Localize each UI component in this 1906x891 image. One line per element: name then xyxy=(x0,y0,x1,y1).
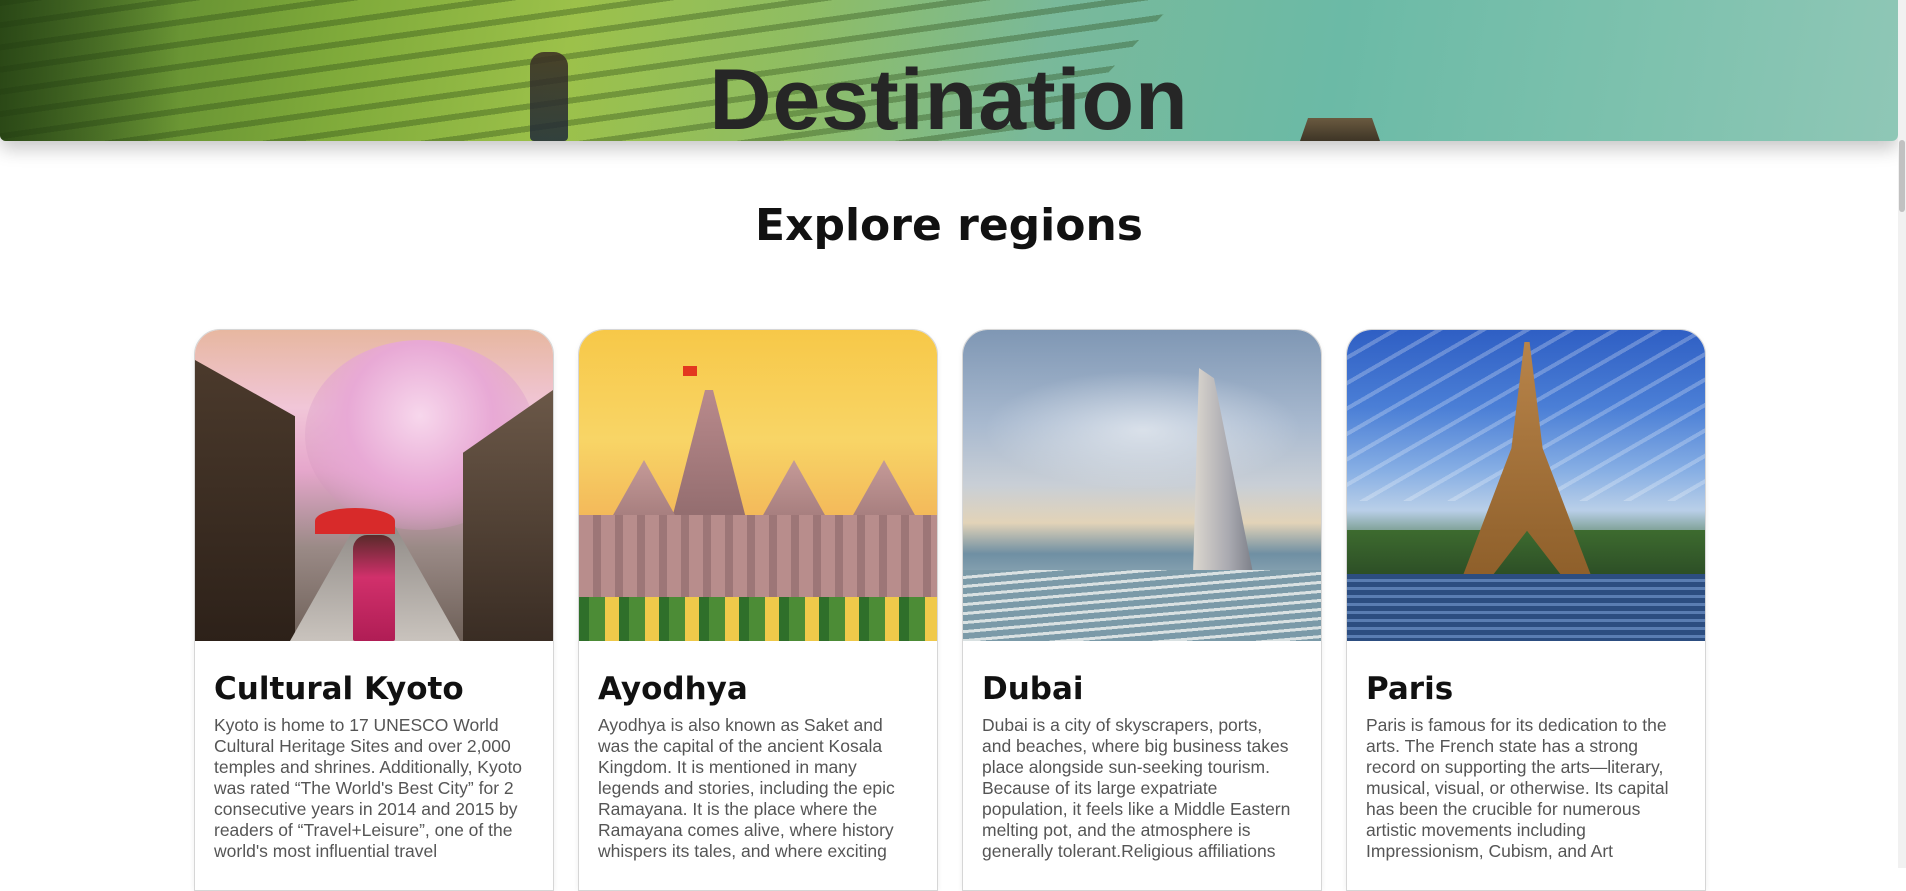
wooden-house-left xyxy=(195,360,295,641)
temple-flag xyxy=(683,366,697,376)
section-title: Explore regions xyxy=(755,200,1143,251)
card-title: Cultural Kyoto xyxy=(214,671,464,707)
card-description: Paris is famous for its dedication to th… xyxy=(1366,715,1669,861)
seine-river xyxy=(1347,574,1705,641)
red-umbrella xyxy=(315,508,395,534)
sea-waves xyxy=(963,570,1321,641)
temple-spire xyxy=(669,390,749,530)
card-paris[interactable]: Paris Paris is famous for its dedication… xyxy=(1346,329,1706,891)
card-description: Dubai is a city of skyscrapers, ports, a… xyxy=(982,715,1291,861)
card-title: Dubai xyxy=(982,671,1084,707)
card-ayodhya[interactable]: Ayodhya Ayodhya is also known as Saket a… xyxy=(578,329,938,891)
river-bank-trees xyxy=(1347,530,1705,574)
card-description: Kyoto is home to 17 UNESCO World Cultura… xyxy=(214,715,523,861)
card-description: Ayodhya is also known as Saket and was t… xyxy=(598,715,895,861)
hero-banner: Destination xyxy=(0,0,1898,141)
vertical-scrollbar[interactable] xyxy=(1898,0,1906,868)
card-image-ayodhya xyxy=(579,330,937,641)
card-image-kyoto xyxy=(195,330,553,641)
kimono-woman xyxy=(353,535,395,641)
page-title: Destination xyxy=(709,51,1189,141)
cloud xyxy=(983,370,1303,490)
cypress-trees xyxy=(579,597,937,641)
card-title: Ayodhya xyxy=(598,671,748,707)
card-dubai[interactable]: Dubai Dubai is a city of skyscrapers, po… xyxy=(962,329,1322,891)
card-image-dubai xyxy=(963,330,1321,641)
card-title: Paris xyxy=(1366,671,1454,707)
scrollbar-thumb[interactable] xyxy=(1899,140,1905,212)
card-kyoto[interactable]: Cultural Kyoto Kyoto is home to 17 UNESC… xyxy=(194,329,554,891)
card-image-paris xyxy=(1347,330,1705,641)
